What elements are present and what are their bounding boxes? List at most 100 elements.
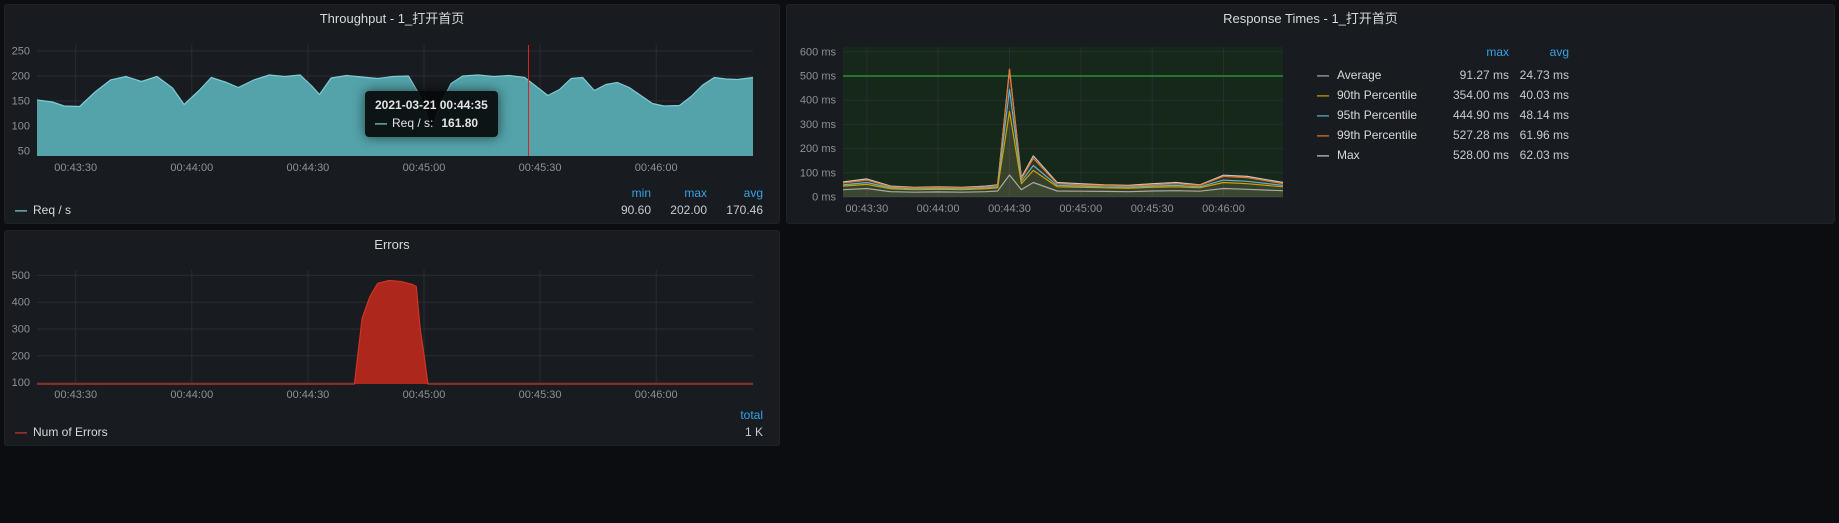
stat-value-min: 90.60 (595, 203, 651, 217)
stat-value-max: 202.00 (651, 203, 707, 217)
svg-text:0 ms: 0 ms (812, 192, 836, 204)
svg-text:00:45:30: 00:45:30 (519, 162, 562, 174)
legend-series-dash: — (1317, 108, 1333, 122)
response-times-chart[interactable]: 0 ms 100 ms 200 ms 300 ms 400 ms 500 ms 600 ms… (793, 33, 1313, 218)
throughput-stats-headers: min max avg (15, 186, 763, 200)
errors-stats-values: 1 K (707, 425, 763, 439)
legend-row[interactable]: — 90th Percentile354.00 ms40.03 ms (1317, 85, 1569, 105)
legend-avg-value: 24.73 ms (1509, 68, 1569, 82)
legend-max-value: 444.90 ms (1435, 108, 1509, 122)
errors-series-label: Num of Errors (33, 425, 108, 439)
legend-row[interactable]: — 99th Percentile527.28 ms61.96 ms (1317, 125, 1569, 145)
legend-series-name: 95th Percentile (1337, 108, 1435, 122)
svg-text:00:45:00: 00:45:00 (403, 162, 446, 174)
legend-header-avg[interactable]: avg (1509, 45, 1569, 63)
svg-text:200: 200 (12, 350, 30, 362)
throughput-stats-values: 90.60 202.00 170.46 (595, 203, 763, 217)
legend-series-name: Average (1337, 68, 1435, 82)
svg-text:150: 150 (12, 96, 30, 108)
legend-series-name: 99th Percentile (1337, 128, 1435, 142)
svg-text:00:44:00: 00:44:00 (170, 162, 213, 174)
svg-text:00:44:30: 00:44:30 (286, 162, 329, 174)
svg-text:50: 50 (18, 146, 30, 158)
svg-text:00:45:30: 00:45:30 (519, 389, 562, 401)
panel-throughput: Throughput - 1_打开首页 50 100 150 200 250 00:43:… (4, 4, 780, 224)
errors-chart[interactable]: 100 200 300 400 500 00:43:30 00:44:00 00:44:30 0… (7, 261, 777, 403)
legend-avg-value: 62.03 ms (1509, 148, 1569, 162)
svg-text:100: 100 (12, 121, 30, 133)
legend-avg-value: 48.14 ms (1509, 108, 1569, 122)
tooltip-series-dash: — (375, 116, 387, 130)
svg-text:00:44:00: 00:44:00 (917, 203, 960, 215)
series (37, 281, 753, 385)
panel-response-times: Response Times - 1_打开首页 0 ms 100 ms 200 ms… (786, 4, 1835, 224)
throughput-series-label: Req / s (33, 203, 71, 217)
response-legend-rows: — Average91.27 ms24.73 ms — 90th Percentile… (1317, 65, 1569, 165)
legend-avg-value: 61.96 ms (1509, 128, 1569, 142)
svg-text:400: 400 (12, 297, 30, 309)
legend-series-name: 90th Percentile (1337, 88, 1435, 102)
stat-header-avg[interactable]: avg (707, 186, 763, 200)
svg-text:00:43:30: 00:43:30 (845, 203, 888, 215)
svg-text:250: 250 (12, 46, 30, 58)
svg-text:00:45:30: 00:45:30 (1131, 203, 1174, 215)
svg-text:200 ms: 200 ms (800, 143, 837, 155)
legend-max-value: 91.27 ms (1435, 68, 1509, 82)
svg-text:500: 500 (12, 270, 30, 282)
legend-avg-value: 40.03 ms (1509, 88, 1569, 102)
svg-text:00:44:00: 00:44:00 (170, 389, 213, 401)
panel-errors: Errors 100 200 300 400 500 00:43:30 00:44:00 00… (4, 230, 780, 446)
stat-header-min[interactable]: min (595, 186, 651, 200)
svg-text:00:44:30: 00:44:30 (286, 389, 329, 401)
svg-text:00:44:30: 00:44:30 (988, 203, 1031, 215)
legend-max-value: 527.28 ms (1435, 128, 1509, 142)
panel-title-throughput[interactable]: Throughput - 1_打开首页 (5, 5, 779, 33)
legend-series-dash: — (1317, 128, 1333, 142)
legend-row[interactable]: — 95th Percentile444.90 ms48.14 ms (1317, 105, 1569, 125)
throughput-series-dash: — (15, 203, 27, 217)
stat-value-total: 1 K (707, 425, 763, 439)
legend-row[interactable]: — Average91.27 ms24.73 ms (1317, 65, 1569, 85)
legend-series-name: Max (1337, 148, 1435, 162)
errors-legend: total — Num of Errors 1 K (15, 408, 763, 439)
tooltip-series-label: Req / s: (392, 116, 433, 130)
svg-text:400 ms: 400 ms (800, 95, 837, 107)
stat-header-max[interactable]: max (651, 186, 707, 200)
svg-text:200: 200 (12, 71, 30, 83)
tooltip-value: 161.80 (441, 116, 478, 130)
svg-text:00:46:00: 00:46:00 (635, 389, 678, 401)
throughput-series-toggle[interactable]: — Req / s (15, 203, 71, 217)
errors-series-dash: — (15, 425, 27, 439)
svg-text:00:43:30: 00:43:30 (54, 389, 97, 401)
svg-text:600 ms: 600 ms (800, 46, 837, 58)
svg-text:500 ms: 500 ms (800, 71, 837, 83)
svg-text:300: 300 (12, 324, 30, 336)
svg-text:100 ms: 100 ms (800, 167, 837, 179)
panel-title-errors[interactable]: Errors (5, 231, 779, 259)
svg-text:100: 100 (12, 377, 30, 389)
svg-text:00:46:00: 00:46:00 (635, 162, 678, 174)
legend-series-dash: — (1317, 148, 1333, 162)
response-legend-headers: max avg (1317, 45, 1569, 63)
chart-tooltip: 2021-03-21 00:44:35 — Req / s: 161.80 (365, 91, 498, 137)
errors-stats-headers: total (15, 408, 763, 422)
legend-max-value: 354.00 ms (1435, 88, 1509, 102)
axis-labels: 100 200 300 400 500 00:43:30 00:44:00 00:44:30 0… (12, 270, 678, 401)
svg-text:00:43:30: 00:43:30 (54, 162, 97, 174)
legend-header-max[interactable]: max (1435, 45, 1509, 63)
legend-max-value: 528.00 ms (1435, 148, 1509, 162)
svg-text:300 ms: 300 ms (800, 119, 837, 131)
svg-text:00:45:00: 00:45:00 (1059, 203, 1102, 215)
stat-value-avg: 170.46 (707, 203, 763, 217)
legend-series-dash: — (1317, 88, 1333, 102)
stat-header-total[interactable]: total (707, 408, 763, 422)
svg-text:00:45:00: 00:45:00 (403, 389, 446, 401)
throughput-legend: min max avg — Req / s 90.60 202.00 170.46 (15, 186, 763, 217)
panel-title-response-times[interactable]: Response Times - 1_打开首页 (787, 5, 1834, 33)
legend-series-dash: — (1317, 68, 1333, 82)
legend-row[interactable]: — Max528.00 ms62.03 ms (1317, 145, 1569, 165)
svg-text:00:46:00: 00:46:00 (1202, 203, 1245, 215)
errors-series-toggle[interactable]: — Num of Errors (15, 425, 108, 439)
tooltip-timestamp: 2021-03-21 00:44:35 (375, 98, 488, 112)
response-legend: max avg — Average91.27 ms24.73 ms — 90th Pe… (1317, 45, 1569, 165)
